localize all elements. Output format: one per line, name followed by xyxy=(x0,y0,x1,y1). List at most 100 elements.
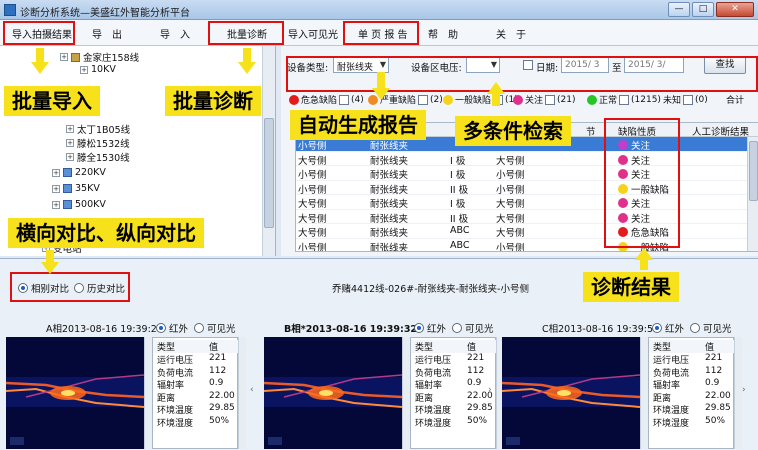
visible-option[interactable]: 可见光 xyxy=(690,321,732,335)
expand-icon[interactable]: + xyxy=(66,153,74,161)
menu-export[interactable]: 导 出 xyxy=(92,26,122,41)
visible-label: 可见光 xyxy=(207,324,236,335)
infrared-label: 红外 xyxy=(169,324,189,335)
stats-row: 环境温度 29.85 xyxy=(153,403,239,416)
stats-head-value: 值 xyxy=(467,343,477,353)
legend-count: (0) xyxy=(695,94,708,105)
legend-critical[interactable]: 危急缺陷 (4) xyxy=(289,93,364,106)
results-panel: 设备类型: 耐张线夹 ▼ 设备区电压: ▼ 日期: 2015/ 3 至 2015/… xyxy=(281,46,758,256)
table-row[interactable]: 小号侧 耐张线夹 ABC 小号侧 一般缺陷 xyxy=(296,239,758,251)
table-row[interactable]: 小号侧 耐张线夹 I 极小号侧 关注 xyxy=(296,166,758,181)
image-scrollbar[interactable] xyxy=(144,337,152,449)
tree-scroll-thumb[interactable] xyxy=(264,118,274,228)
tree-node[interactable]: +220KV xyxy=(52,167,106,178)
nav-prev-icon[interactable]: ‹ xyxy=(250,385,254,395)
stats-value: 22.00 xyxy=(209,390,235,401)
image-scrollbar[interactable] xyxy=(402,337,410,449)
radio-icon[interactable] xyxy=(652,323,662,333)
tree-node[interactable]: + 滕松1532线 xyxy=(66,136,130,150)
expand-icon[interactable]: + xyxy=(80,65,88,74)
expand-icon[interactable]: + xyxy=(52,168,60,177)
stats-key: 距离 xyxy=(653,393,672,404)
stats-row: 负荷电流 112 xyxy=(411,366,497,379)
table-scrollbar[interactable] xyxy=(747,137,758,251)
column-header[interactable]: 节 xyxy=(586,124,596,138)
menu-help[interactable]: 帮 助 xyxy=(428,26,458,41)
stats-value: 112 xyxy=(467,365,485,376)
cell-side: 小号侧 xyxy=(298,184,327,196)
visible-option[interactable]: 可见光 xyxy=(452,321,494,335)
tree-node[interactable]: +35KV xyxy=(52,183,100,194)
close-button[interactable]: ✕ xyxy=(716,2,754,17)
stats-value: 22.00 xyxy=(705,390,731,401)
stats-value: 112 xyxy=(705,365,723,376)
tree-node[interactable]: + 滕全1530线 xyxy=(66,150,130,164)
legend-checkbox[interactable] xyxy=(619,94,630,105)
table-row[interactable]: 大号侧 耐张线夹 I 极大号侧 关注 xyxy=(296,152,758,167)
table-row[interactable]: 小号侧 耐张线夹 II 极小号侧 一般缺陷 xyxy=(296,181,758,196)
column-header[interactable]: 人工诊断结果 xyxy=(692,124,749,138)
tree-node[interactable]: + 金家庄158线 xyxy=(60,50,139,64)
app-icon xyxy=(4,4,16,16)
legend-checkbox[interactable] xyxy=(545,94,556,105)
highlight-compare xyxy=(10,272,130,302)
thermal-image[interactable] xyxy=(264,337,402,449)
cell-device: 耐张线夹 xyxy=(370,170,409,181)
legend-label: 未知 xyxy=(663,96,682,106)
legend-label: 正常 xyxy=(599,96,618,106)
legend-attention[interactable]: 关注 (21) xyxy=(513,93,576,106)
annotation-arrow xyxy=(41,262,59,274)
stats-key: 距离 xyxy=(415,393,434,404)
legend-checkbox[interactable] xyxy=(683,94,694,105)
annotation-result: 诊断结果 xyxy=(583,272,679,302)
menu-about[interactable]: 关 于 xyxy=(496,26,526,41)
expand-icon[interactable]: + xyxy=(60,53,68,61)
radio-icon[interactable] xyxy=(156,323,166,333)
infrared-option[interactable]: 红外 xyxy=(414,321,446,335)
image-caption: 乔赌4412线-026#-耐张线夹-耐张线夹-小号侧 xyxy=(332,284,529,295)
menu-import-visible[interactable]: 导入可见光 xyxy=(288,26,338,41)
thermal-image[interactable] xyxy=(502,337,640,449)
stats-scrollbar[interactable] xyxy=(238,337,246,449)
radio-icon[interactable] xyxy=(452,323,462,333)
expand-icon[interactable]: + xyxy=(66,125,74,133)
stats-row: 运行电压 221 xyxy=(649,353,735,366)
phase-title: A相2013-08-16 19:39:26 xyxy=(46,324,163,335)
menu-import[interactable]: 导 入 xyxy=(160,26,190,41)
table-row[interactable]: 大号侧 耐张线夹 I 极大号侧 关注 xyxy=(296,195,758,210)
expand-icon[interactable]: + xyxy=(66,139,74,147)
infrared-option[interactable]: 红外 xyxy=(652,321,684,335)
radio-icon[interactable] xyxy=(194,323,204,333)
expand-icon[interactable]: + xyxy=(52,200,60,209)
visible-option[interactable]: 可见光 xyxy=(194,321,236,335)
tree-node[interactable]: +500KV xyxy=(52,199,106,210)
legend-checkbox[interactable] xyxy=(339,94,350,105)
stats-scrollbar[interactable] xyxy=(734,337,742,449)
legend-unknown[interactable]: 未知 (0) xyxy=(663,93,708,106)
expand-icon[interactable]: + xyxy=(52,184,60,193)
annotation-arrow xyxy=(635,248,653,260)
tree-node[interactable]: + 太丁1B05线 xyxy=(66,122,130,136)
stats-key: 环境湿度 xyxy=(415,418,452,429)
table-row[interactable]: 大号侧 耐张线夹 II 极大号侧 关注 xyxy=(296,210,758,225)
stats-head-key: 类型 xyxy=(157,343,176,353)
legend-normal[interactable]: 正常 (1215) xyxy=(587,93,661,106)
table-row[interactable]: 大号侧 耐张线夹 ABC 大号侧 危急缺陷 xyxy=(296,224,758,239)
tree-node[interactable]: +10KV xyxy=(80,64,116,75)
nav-next-icon[interactable]: › xyxy=(742,385,746,395)
tree-node-label: 滕松1532线 xyxy=(77,139,130,150)
nav-next-icon[interactable]: › xyxy=(488,385,492,395)
maximize-button[interactable]: □ xyxy=(692,2,714,17)
thermal-image[interactable] xyxy=(6,337,144,449)
tree-scrollbar[interactable] xyxy=(262,46,275,256)
radio-icon[interactable] xyxy=(690,323,700,333)
legend-checkbox[interactable] xyxy=(418,94,429,105)
infrared-option[interactable]: 红外 xyxy=(156,321,188,335)
table-scroll-thumb[interactable] xyxy=(749,141,758,201)
minimize-button[interactable]: — xyxy=(668,2,690,17)
stats-row: 距离 22.00 xyxy=(153,391,239,404)
radio-icon[interactable] xyxy=(414,323,424,333)
cell-side: 大号侧 xyxy=(298,155,327,167)
legend-general[interactable]: 一般缺陷 (1) xyxy=(443,93,518,106)
image-scrollbar[interactable] xyxy=(640,337,648,449)
